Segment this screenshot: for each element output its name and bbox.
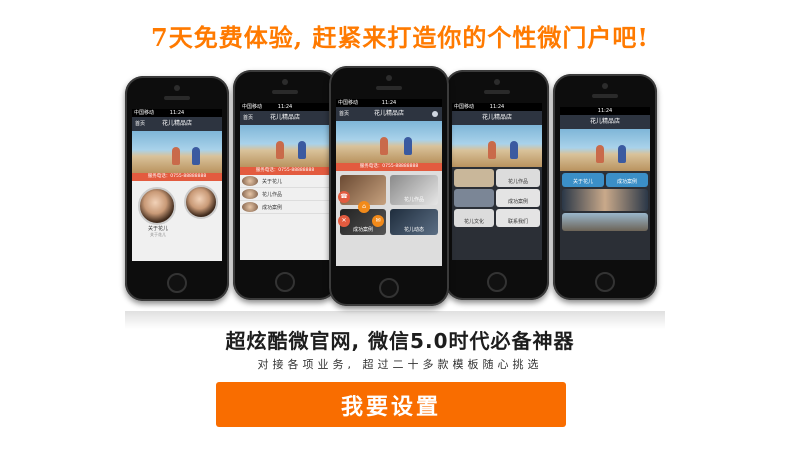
grid-tile: [454, 189, 494, 207]
headline: 7天免费体验, 赶紧来打造你的个性微门户吧!: [151, 23, 649, 52]
phone-reflection: [125, 311, 665, 329]
beach-hero-image: [240, 125, 330, 167]
menu-sub-label: 关于花儿: [150, 232, 166, 237]
app-nav-bar: 首页 花儿精品店: [240, 111, 330, 125]
menu-label: 关于花儿: [147, 226, 168, 232]
speaker-grille: [592, 94, 618, 98]
camera-icon: [282, 79, 288, 85]
grid-tile: 联系我们: [496, 209, 540, 227]
phone-mockup-1: 中国移动 11:24 首页 花儿精品店 服务电话：0755-88888888 关…: [125, 76, 229, 301]
nav-home-link: 首页: [339, 111, 350, 117]
home-button: [275, 272, 295, 292]
status-bar: 11:24: [560, 107, 650, 115]
thumbnail: [242, 176, 258, 186]
speaker-grille: [376, 86, 402, 90]
nav-title: 花儿精品店: [269, 114, 300, 121]
service-phone-bar: 服务电话：0755-88888888: [132, 173, 222, 181]
beach-hero-image: [560, 129, 650, 171]
beach-hero-image: [336, 121, 442, 163]
speaker-grille: [484, 90, 510, 94]
portrait-tile: [562, 189, 648, 211]
avatar: [184, 185, 218, 219]
close-icon: ✕: [338, 215, 350, 227]
status-bar: 中国移动 11:24: [132, 109, 222, 117]
phone-screen: 11:24 花儿精品店 关于花儿 成功案例: [560, 107, 650, 260]
nav-title: 花儿精品店: [481, 114, 512, 121]
landscape-tile: [562, 213, 648, 231]
camera-icon: [174, 85, 180, 91]
menu-grid: 关于花儿 成功案例: [560, 171, 650, 260]
status-time: 11:24: [597, 108, 613, 114]
nav-title: 花儿精品店: [373, 110, 404, 117]
app-nav-bar: 花儿精品店: [560, 115, 650, 129]
list-item: 花儿作品: [240, 188, 330, 201]
speaker-grille: [164, 96, 190, 100]
nav-title: 花儿精品店: [161, 120, 192, 127]
grid-tile: 花儿动态: [390, 209, 438, 235]
status-bar: 中国移动 11:24: [240, 103, 330, 111]
nav-home-link: 首页: [135, 121, 146, 127]
carrier-label: 中国移动: [454, 104, 475, 110]
home-button: [167, 273, 187, 293]
promo-banner: 7天免费体验, 赶紧来打造你的个性微门户吧! 中国移动 11:24 首页 花儿精…: [0, 0, 800, 458]
status-time: 11:24: [381, 100, 397, 106]
beach-hero-image: [132, 131, 222, 173]
list-item: 关于花儿: [240, 175, 330, 188]
list-item: 成功案例: [240, 201, 330, 214]
camera-icon: [386, 75, 392, 81]
camera-icon: [602, 83, 608, 89]
status-time: 11:24: [277, 104, 293, 110]
phone-mockup-5: 11:24 花儿精品店 关于花儿 成功案例: [553, 74, 657, 300]
phone-mockup-4: 中国移动 11:24 花儿精品店 花儿作品 成功案例 花儿文化 联系我们: [445, 70, 549, 300]
grid-tile: 成功案例: [496, 189, 540, 207]
phone-screen: 中国移动 11:24 首页 花儿精品店 服务电话：0755-88888888 关…: [240, 103, 330, 260]
user-icon: [432, 111, 438, 117]
mail-icon: ✉: [372, 215, 384, 227]
status-time: 11:24: [489, 104, 505, 110]
beach-hero-image: [452, 125, 542, 167]
nav-title: 花儿精品店: [589, 118, 620, 125]
status-bar: 中国移动 11:24: [336, 99, 442, 107]
home-icon: ⌂: [358, 201, 370, 213]
carrier-label: 中国移动: [134, 110, 155, 116]
home-button: [595, 272, 615, 292]
grid-tile: 花儿作品: [390, 175, 438, 205]
phone-showcase: 中国移动 11:24 首页 花儿精品店 服务电话：0755-88888888 关…: [125, 66, 665, 311]
grid-tile: 关于花儿: [562, 173, 604, 187]
service-phone-bar: 服务电话：0755-88888888: [240, 167, 330, 175]
grid-tile: [454, 169, 494, 187]
service-phone-bar: 服务电话：0755-88888888: [336, 163, 442, 171]
app-nav-bar: 花儿精品店: [452, 111, 542, 125]
menu-grid: 花儿作品 成功案例 花儿文化 联系我们: [452, 167, 542, 260]
thumbnail: [242, 202, 258, 212]
speaker-grille: [272, 90, 298, 94]
camera-icon: [494, 79, 500, 85]
menu-area: 关于花儿 关于花儿: [132, 181, 222, 261]
menu-list: 关于花儿 花儿作品 成功案例: [240, 175, 330, 260]
phone-screen: 中国移动 11:24 花儿精品店 花儿作品 成功案例 花儿文化 联系我们: [452, 103, 542, 260]
menu-grid: 花儿作品 成功案例 花儿动态 ☎ ⌂ ✕ ✉: [336, 171, 442, 266]
grid-tile: 花儿文化: [454, 209, 494, 227]
setup-button[interactable]: 我要设置: [216, 382, 566, 427]
status-time: 11:24: [169, 110, 185, 116]
phone-mockup-3: 中国移动 11:24 首页 花儿精品店 服务电话：0755-88888888 花…: [329, 66, 449, 306]
carrier-label: 中国移动: [338, 100, 359, 106]
grid-tile: 成功案例: [606, 173, 648, 187]
thumbnail: [242, 189, 258, 199]
status-bar: 中国移动 11:24: [452, 103, 542, 111]
phone-icon: ☎: [338, 191, 350, 203]
app-nav-bar: 首页 花儿精品店: [132, 117, 222, 131]
subtitle: 超炫酷微官网, 微信5.0时代必备神器: [225, 329, 575, 353]
nav-home-link: 首页: [243, 115, 254, 121]
phone-screen: 中国移动 11:24 首页 花儿精品店 服务电话：0755-88888888 花…: [336, 99, 442, 266]
avatar: [138, 187, 176, 225]
home-button: [487, 272, 507, 292]
phone-screen: 中国移动 11:24 首页 花儿精品店 服务电话：0755-88888888 关…: [132, 109, 222, 261]
home-button: [379, 278, 399, 298]
carrier-label: 中国移动: [242, 104, 263, 110]
description: 对接各项业务, 超过二十多款模板随心挑选: [257, 358, 543, 371]
phone-mockup-2: 中国移动 11:24 首页 花儿精品店 服务电话：0755-88888888 关…: [233, 70, 337, 300]
grid-tile: 花儿作品: [496, 169, 540, 187]
app-nav-bar: 首页 花儿精品店: [336, 107, 442, 121]
